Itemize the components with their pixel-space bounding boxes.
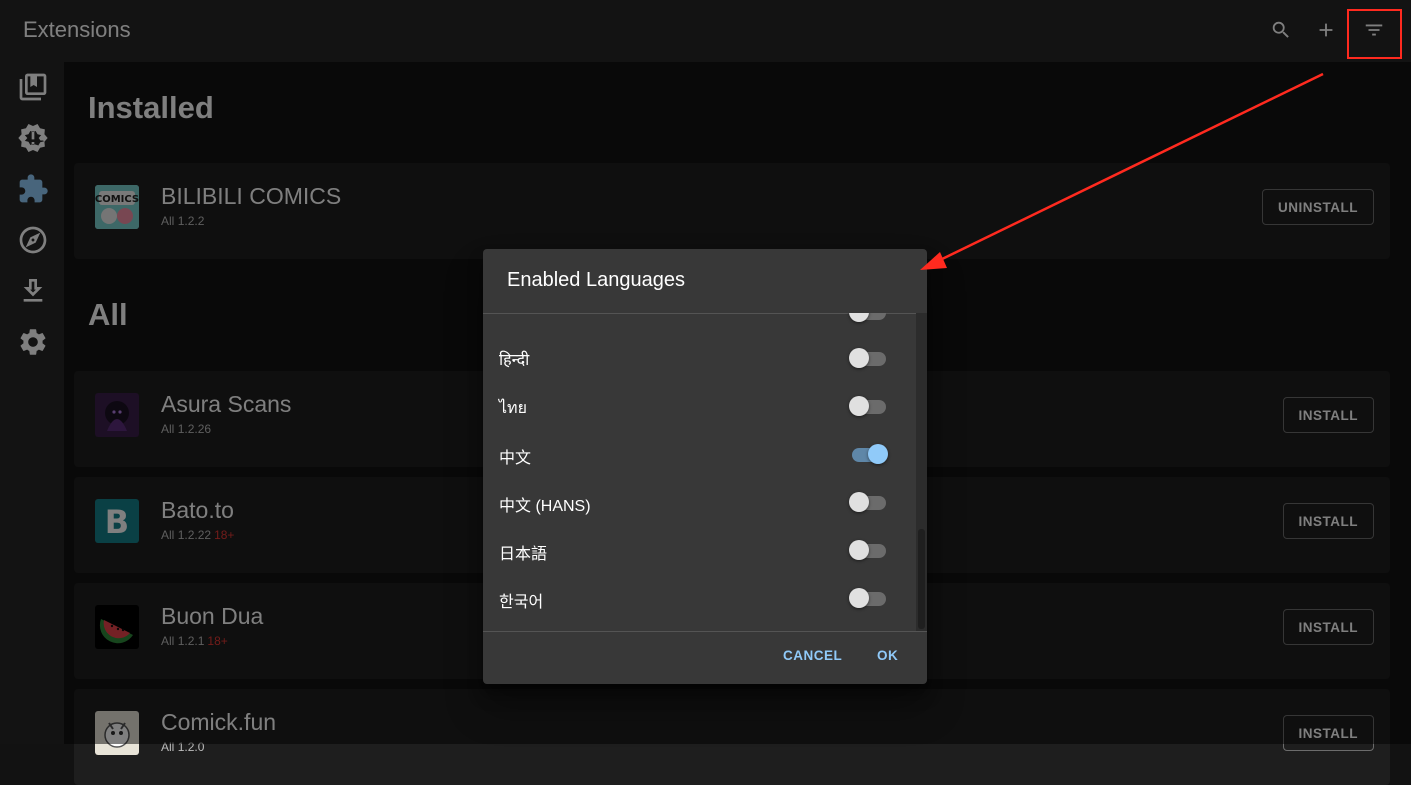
cancel-button[interactable]: CANCEL xyxy=(783,648,842,663)
language-label: ไทย xyxy=(499,400,527,417)
language-row[interactable]: 中文 xyxy=(483,431,913,479)
language-list-scrollbar[interactable] xyxy=(916,313,927,631)
language-list: हिन्दी ไทย 中文 中文 (HANS) 日本語 한국어 xyxy=(483,313,927,631)
language-label: 中文 xyxy=(499,450,532,467)
scrollbar-thumb[interactable] xyxy=(918,529,925,629)
dialog-title: Enabled Languages xyxy=(507,269,685,291)
language-row[interactable]: 中文 (HANS) xyxy=(483,479,913,527)
language-row[interactable]: ไทย xyxy=(483,383,913,431)
dialog-actions: CANCEL OK xyxy=(483,632,927,684)
language-label: हिन्दी xyxy=(499,352,530,369)
language-row-partial xyxy=(483,313,913,337)
language-toggle[interactable] xyxy=(849,540,888,560)
enabled-languages-dialog: Enabled Languages हिन्दी ไทย 中文 中文 (HANS… xyxy=(483,249,927,684)
ok-button[interactable]: OK xyxy=(877,648,898,663)
language-toggle[interactable] xyxy=(852,444,888,464)
language-row[interactable]: 日本語 xyxy=(483,527,913,575)
language-row[interactable]: हिन्दी xyxy=(483,335,913,383)
language-toggle[interactable] xyxy=(849,396,888,416)
language-toggle[interactable] xyxy=(849,588,888,608)
language-label: 中文 (HANS) xyxy=(499,498,591,515)
language-toggle[interactable] xyxy=(849,492,888,512)
language-row[interactable]: 한국어 xyxy=(483,575,913,623)
language-label: 한국어 xyxy=(499,594,544,611)
language-toggle[interactable] xyxy=(849,313,888,322)
language-label: 日本語 xyxy=(499,546,548,563)
language-toggle[interactable] xyxy=(849,348,888,368)
